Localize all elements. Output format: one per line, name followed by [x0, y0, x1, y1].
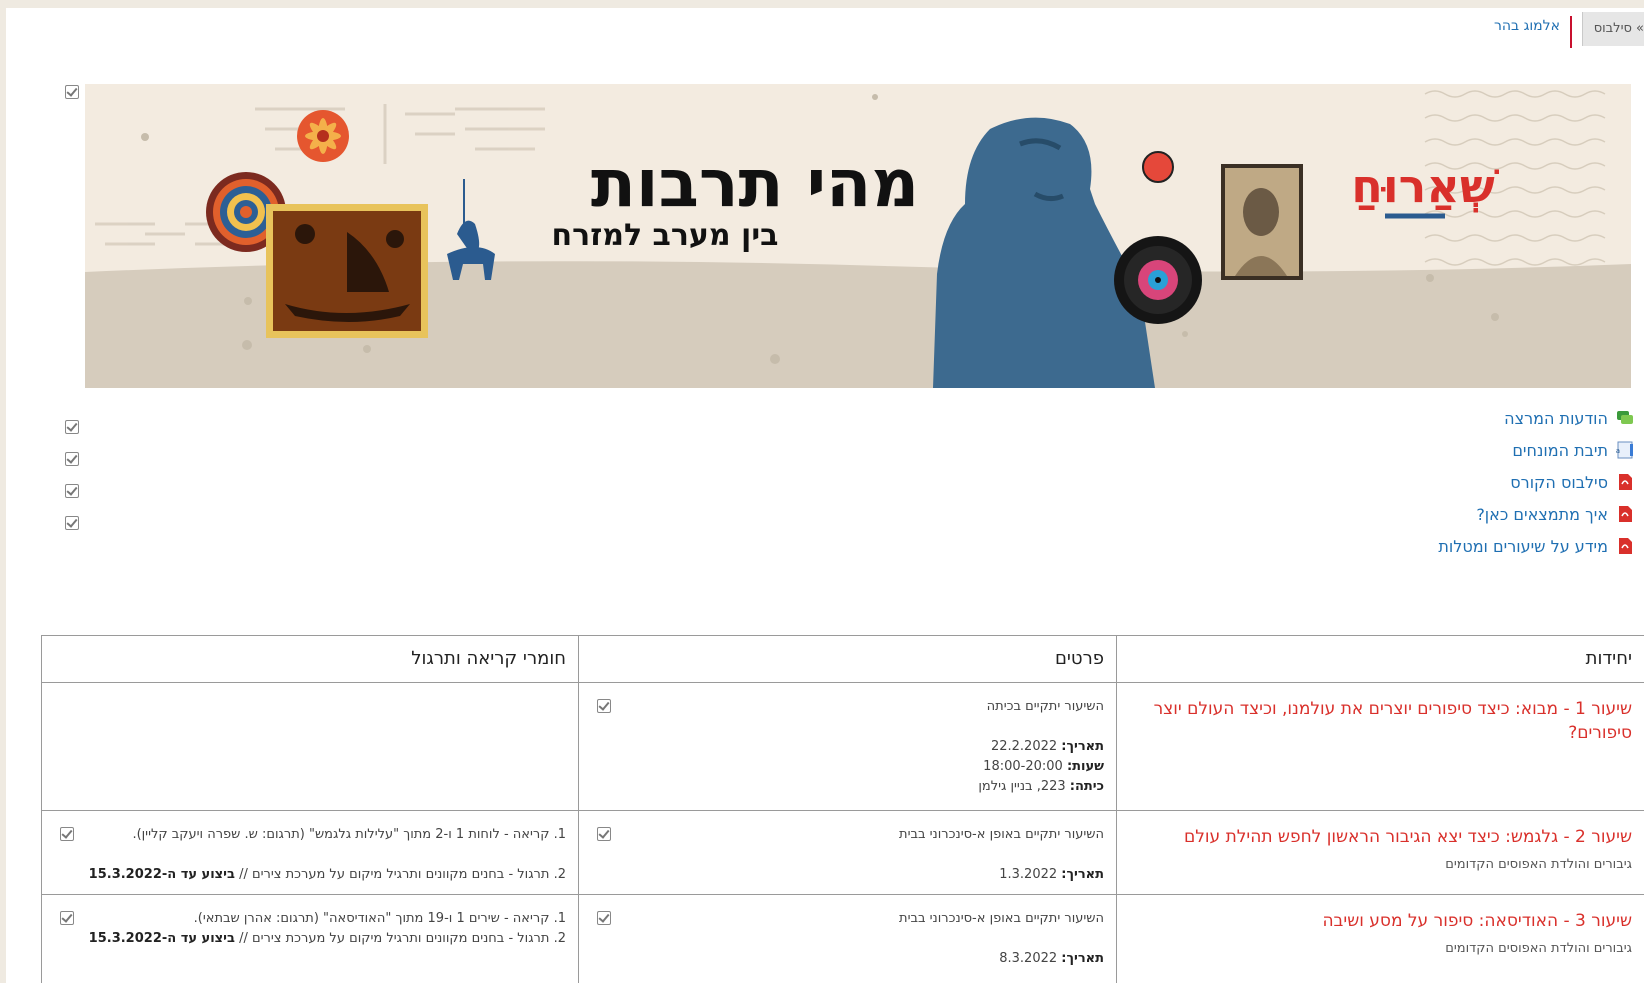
- column-header-materials: חומרי קריאה ותרגול: [41, 635, 579, 683]
- unit-cell: שיעור 1 - מבוא: כיצד סיפורים יוצרים את ע…: [1116, 682, 1644, 811]
- unit-cell: שיעור 2 - גלגמש: כיצד יצא הגיבור הראשון …: [1116, 810, 1644, 895]
- reading-materials: 1. קריאה - לוחות 1 ו-2 מתוך "עלילות גלגמ…: [42, 811, 578, 885]
- column-header-details: פרטים: [578, 635, 1117, 683]
- banner-completion-checkbox[interactable]: [65, 85, 79, 99]
- materials-cell: 1. קריאה - לוחות 1 ו-2 מתוך "עלילות גלגמ…: [41, 810, 579, 895]
- table-header-row: יחידות פרטים חומרי קריאה ותרגול: [41, 635, 1644, 683]
- details-completion-checkbox[interactable]: [597, 911, 611, 925]
- lesson-details: השיעור יתקיים באופן א-סינכרוני בבית תארי…: [579, 811, 1116, 885]
- lesson-subtitle: גיבורים והולדת האפוסים הקדומים: [1445, 941, 1632, 956]
- pdf-icon: [1616, 505, 1634, 523]
- lesson-title-link[interactable]: שיעור 2 - גלגמש: כיצד יצא הגיבור הראשון …: [1117, 811, 1644, 849]
- banner-title: מהי תרבות: [591, 145, 919, 222]
- materials-cell: 1. קריאה - שירים 1 ו-19 מתוך "האודיסאה" …: [41, 894, 579, 983]
- forum-icon: [1616, 409, 1634, 427]
- details-cell: השיעור יתקיים בכיתה תאריך: 22.2.2022 שעו…: [578, 682, 1117, 811]
- breadcrumb-syllabus-button[interactable]: » סילבוס: [1582, 12, 1644, 46]
- resource-teacher-announcements[interactable]: הודעות המרצה: [1504, 406, 1634, 430]
- lessons-table: יחידות פרטים חומרי קריאה ותרגול שיעור 1 …: [41, 635, 1644, 983]
- reading-materials: 1. קריאה - שירים 1 ו-19 מתוך "האודיסאה" …: [42, 895, 578, 949]
- resource-label: תיבת המונחים: [1512, 440, 1608, 460]
- course-banner: מהי תרבות בין מערב למזרח שְׁאַרוּחַ: [85, 84, 1631, 388]
- unit-cell: שיעור 3 - האודיסאה: סיפור על מסע ושיבה ג…: [1116, 894, 1644, 983]
- table-row: שיעור 1 - מבוא: כיצד סיפורים יוצרים את ע…: [41, 682, 1644, 811]
- materials-completion-checkbox[interactable]: [60, 827, 74, 841]
- details-date: תאריך: 8.3.2022: [999, 951, 1104, 966]
- table-row: שיעור 2 - גלגמש: כיצד יצא הגיבור הראשון …: [41, 810, 1644, 895]
- details-cell: השיעור יתקיים באופן א-סינכרוני בבית תארי…: [578, 894, 1117, 983]
- details-completion-checkbox[interactable]: [597, 827, 611, 841]
- exercise-item: 2. תרגול - בחנים מקוונים ותרגיל מיקום על…: [88, 867, 566, 882]
- resource-label: הודעות המרצה: [1504, 408, 1608, 428]
- materials-completion-checkbox[interactable]: [60, 911, 74, 925]
- column-header-units: יחידות: [1116, 635, 1644, 683]
- course-resources-list: הודעות המרצה Aa תיבת המונחים סילבוס הקור…: [1334, 406, 1634, 566]
- exercise-item: 2. תרגול - בחנים מקוונים ותרגיל מיקום על…: [88, 931, 566, 946]
- resource-label: איך מתמצאים כאן?: [1476, 504, 1608, 524]
- table-row: שיעור 3 - האודיסאה: סיפור על מסע ושיבה ג…: [41, 894, 1644, 983]
- breadcrumb-link[interactable]: אלמוג בהר: [1494, 18, 1560, 34]
- details-date: תאריך: 1.3.2022: [999, 867, 1104, 882]
- details-note: השיעור יתקיים באופן א-סינכרוני בבית: [899, 911, 1104, 926]
- resource-label: מידע על שיעורים ומטלות: [1438, 536, 1608, 556]
- details-hours: שעות: 18:00-20:00: [983, 759, 1104, 774]
- lesson-title-link[interactable]: שיעור 1 - מבוא: כיצד סיפורים יוצרים את ע…: [1117, 683, 1644, 745]
- lesson-details: השיעור יתקיים בכיתה תאריך: 22.2.2022 שעו…: [579, 683, 1116, 797]
- lesson-title-link[interactable]: שיעור 3 - האודיסאה: סיפור על מסע ושיבה: [1117, 895, 1644, 933]
- materials-cell: [41, 682, 579, 811]
- lesson-subtitle: גיבורים והולדת האפוסים הקדומים: [1445, 857, 1632, 872]
- glossary-icon: Aa: [1611, 441, 1634, 459]
- resource-glossary[interactable]: Aa תיבת המונחים: [1512, 438, 1634, 462]
- pdf-icon: [1616, 473, 1634, 491]
- details-cell: השיעור יתקיים באופן א-סינכרוני בבית תארי…: [578, 810, 1117, 895]
- pdf-icon: [1616, 537, 1634, 555]
- resource-completion-checkbox[interactable]: [65, 484, 79, 498]
- resource-how-to-navigate[interactable]: איך מתמצאים כאן?: [1476, 502, 1634, 526]
- banner-subtitle: בין מערב למזרח: [552, 218, 779, 253]
- details-completion-checkbox[interactable]: [597, 699, 611, 713]
- resource-label: סילבוס הקורס: [1510, 472, 1608, 492]
- reading-item: 1. קריאה - לוחות 1 ו-2 מתוך "עלילות גלגמ…: [132, 827, 566, 842]
- reading-item: 1. קריאה - שירים 1 ו-19 מתוך "האודיסאה" …: [193, 911, 566, 926]
- details-note: השיעור יתקיים באופן א-סינכרוני בבית: [899, 827, 1104, 842]
- details-room: כיתה: 223, בניין גילמן: [978, 779, 1104, 794]
- breadcrumb-separator: [1570, 16, 1572, 48]
- resource-lessons-info[interactable]: מידע על שיעורים ומטלות: [1438, 534, 1634, 558]
- resource-completion-checkbox[interactable]: [65, 452, 79, 466]
- lesson-details: השיעור יתקיים באופן א-סינכרוני בבית תארי…: [579, 895, 1116, 969]
- page: » סילבוס אלמוג בהר מהי תרבות בין מערב למ…: [6, 8, 1644, 983]
- details-date: תאריך: 22.2.2022: [990, 739, 1104, 754]
- resource-completion-checkbox[interactable]: [65, 516, 79, 530]
- resource-course-syllabus[interactable]: סילבוס הקורס: [1510, 470, 1634, 494]
- details-note: השיעור יתקיים בכיתה: [986, 699, 1104, 714]
- resource-completion-checkbox[interactable]: [65, 420, 79, 434]
- svg-text:Aa: Aa: [1616, 447, 1620, 455]
- banner-logo: שְׁאַרוּחַ: [1351, 159, 1500, 213]
